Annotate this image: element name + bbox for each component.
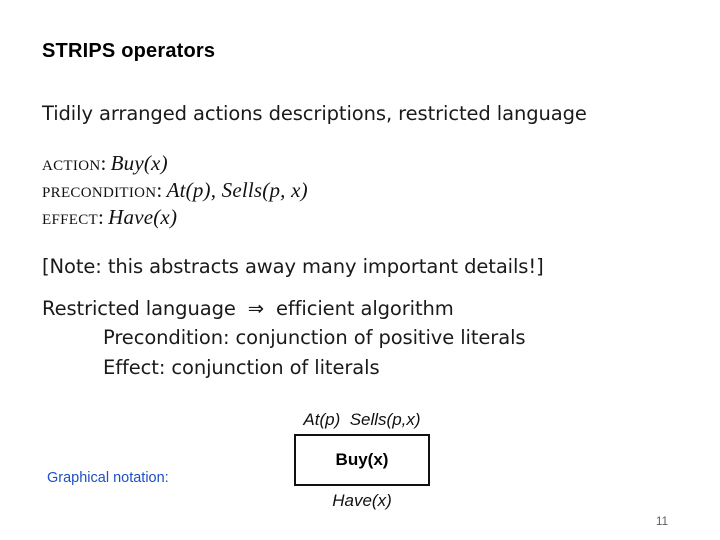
page-title: STRIPS operators [42, 40, 216, 62]
schema-effect-value: Have(x) [108, 205, 178, 230]
diagram-action-label: Buy(x) [335, 450, 389, 469]
operator-schema: Action: Buy(x) Precondition: At(p), Sells(… [42, 150, 682, 232]
slide-body: Tidily arranged actions descriptions, re… [42, 104, 682, 377]
graphical-notation-label: Graphical notation: [47, 470, 169, 486]
diagram-action-box: Buy(x) [294, 434, 430, 486]
intro-line: Tidily arranged actions descriptions, re… [42, 102, 587, 125]
diagram-effects-label: Have(x) [332, 491, 392, 510]
schema-precondition-row: Precondition: At(p), Sells(p, x) [42, 177, 682, 204]
schema-action-label: Action: [42, 150, 107, 175]
schema-action-value: Buy(x) [110, 150, 168, 175]
schema-effect-label: Effect: [42, 205, 105, 230]
schema-precondition-label: Precondition: [42, 177, 163, 202]
restricted-left-text: Restricted language [42, 296, 236, 320]
page-number: 11 [656, 516, 668, 528]
schema-effect-row: Effect: Have(x) [42, 204, 682, 231]
schema-precondition-value: At(p), Sells(p, x) [166, 177, 308, 202]
restricted-precondition-line: Precondition: conjunction of positive li… [103, 326, 526, 350]
implies-icon: ⇒ [247, 296, 264, 320]
diagram-preconditions-label: At(p) Sells(p,x) [303, 410, 421, 429]
schema-action-row: Action: Buy(x) [42, 150, 682, 177]
slide-canvas: STRIPS operators Tidily arranged actions… [0, 0, 720, 540]
restricted-language-line: Restricted language ⇒ efficient algorithm [42, 299, 682, 319]
operator-diagram: At(p) Sells(p,x) Buy(x) Have(x) [262, 410, 462, 511]
note-line: [Note: this abstracts away many importan… [42, 255, 544, 279]
restricted-right-text: efficient algorithm [276, 296, 454, 320]
restricted-effect-line: Effect: conjunction of literals [103, 355, 380, 379]
